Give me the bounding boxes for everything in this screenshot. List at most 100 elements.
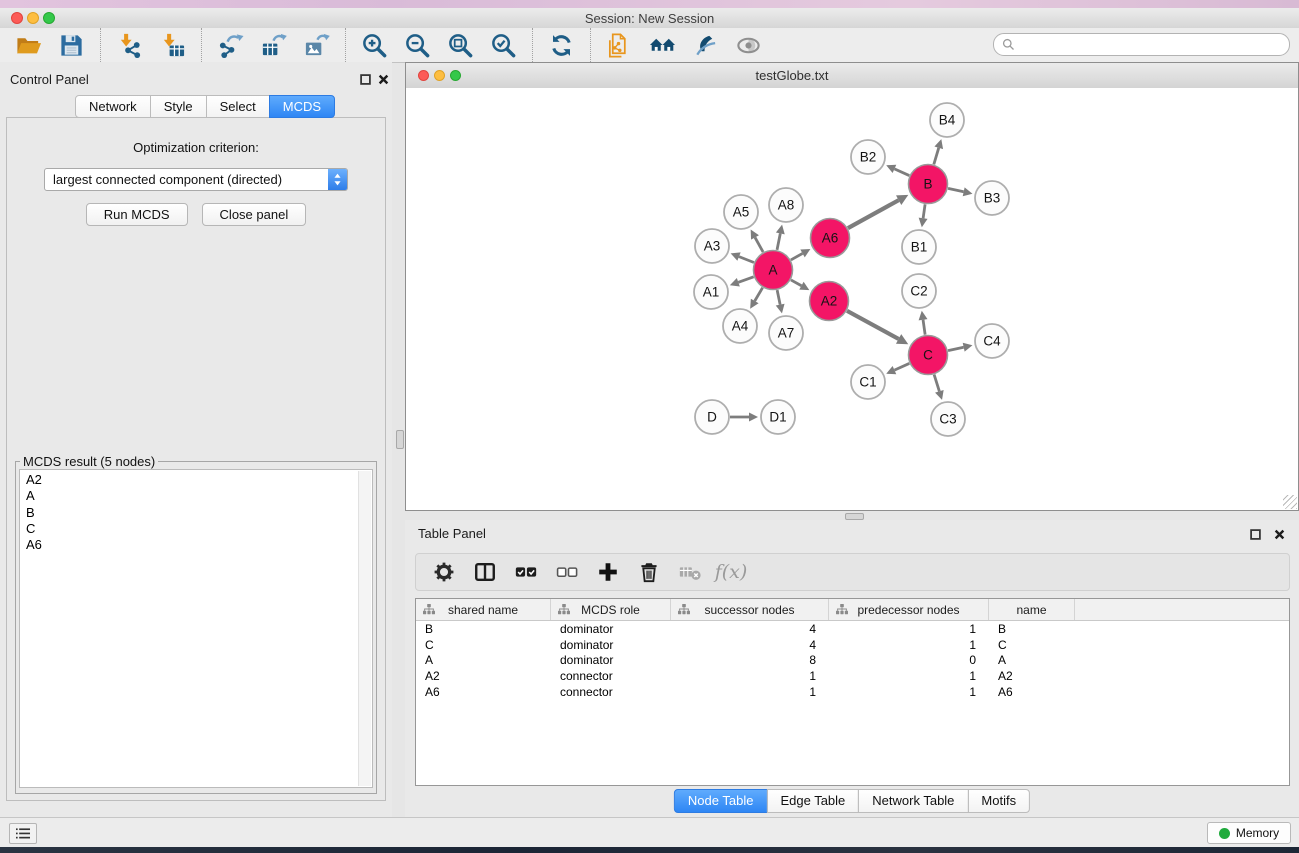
task-history-button[interactable] [9,823,37,844]
graph-node-A2[interactable]: A2 [810,282,849,321]
window-resize-grip[interactable] [1283,495,1297,509]
network-canvas[interactable]: AA1A2A3A4A5A6A7A8BB1B2B3B4CC1C2C3C4DD1 [406,88,1298,510]
graph-edge-C-C2[interactable] [923,320,925,335]
graph-node-B2[interactable]: B2 [851,140,885,174]
tab-network-table[interactable]: Network Table [858,789,968,813]
add-column-button[interactable] [590,557,626,587]
graph-node-B1[interactable]: B1 [902,230,936,264]
table-close-panel-button[interactable] [1272,527,1286,541]
function-builder-button[interactable]: f(x) [713,557,749,587]
table-cell[interactable]: 1 [829,622,989,636]
mcds-result-item[interactable]: C [26,521,372,537]
table-cell[interactable]: B [416,622,551,636]
column-view-button[interactable] [467,557,503,587]
table-cell[interactable]: 4 [671,622,829,636]
select-all-rows-button[interactable] [508,557,544,587]
delete-table-button[interactable] [672,557,708,587]
graph-node-B[interactable]: B [909,165,948,204]
graph-node-A3[interactable]: A3 [695,229,729,263]
zoom-out-button[interactable] [396,29,439,61]
table-row[interactable]: Bdominator41B [416,621,1289,637]
table-cell[interactable]: 0 [829,653,989,667]
annotations-button[interactable] [684,29,727,61]
column-header-name[interactable]: name [989,599,1075,620]
table-cell[interactable]: 1 [829,638,989,652]
new-network-from-selection-button[interactable] [598,29,641,61]
table-cell[interactable]: dominator [551,638,671,652]
deselect-all-rows-button[interactable] [549,557,585,587]
graph-node-A8[interactable]: A8 [769,188,803,222]
table-float-panel-button[interactable] [1248,527,1262,541]
graph-node-A7[interactable]: A7 [769,316,803,350]
birds-eye-view-button[interactable] [727,29,770,61]
table-cell[interactable]: A [989,653,1075,667]
table-row[interactable]: Adominator80A [416,653,1289,669]
graph-node-A6[interactable]: A6 [811,219,850,258]
graph-edge-A-A2[interactable] [791,280,802,286]
table-cell[interactable]: A2 [989,669,1075,683]
tab-select[interactable]: Select [206,95,270,118]
search-input[interactable] [1020,35,1281,54]
graph-node-A4[interactable]: A4 [723,309,757,343]
table-cell[interactable]: A6 [989,685,1075,699]
table-cell[interactable]: connector [551,685,671,699]
graph-node-B3[interactable]: B3 [975,181,1009,215]
tab-network[interactable]: Network [75,95,151,118]
tab-motifs[interactable]: Motifs [967,789,1030,813]
export-image-button[interactable] [295,29,338,61]
criterion-dropdown[interactable]: largest connected component (directed) [44,168,348,191]
table-row[interactable]: A2connector11A2 [416,668,1289,684]
table-cell[interactable]: 1 [829,685,989,699]
graph-edge-C-C1[interactable] [894,363,909,370]
table-cell[interactable]: A6 [416,685,551,699]
graph-node-C2[interactable]: C2 [902,274,936,308]
column-header-predecessor-nodes[interactable]: predecessor nodes [829,599,989,620]
graph-node-D[interactable]: D [695,400,729,434]
table-row[interactable]: Cdominator41C [416,637,1289,653]
tab-node-table[interactable]: Node Table [674,789,768,813]
mcds-result-item[interactable]: A [26,488,372,504]
table-cell[interactable]: B [989,622,1075,636]
column-header-successor-nodes[interactable]: successor nodes [671,599,829,620]
graph-node-B4[interactable]: B4 [930,103,964,137]
mcds-result-item[interactable]: B [26,505,372,521]
run-mcds-button[interactable]: Run MCDS [86,203,188,226]
float-panel-button[interactable] [358,72,372,86]
table-cell[interactable]: C [989,638,1075,652]
table-cell[interactable]: A2 [416,669,551,683]
zoom-fit-button[interactable] [439,29,482,61]
column-header-MCDS-role[interactable]: MCDS role [551,599,671,620]
vertical-splitter-handle[interactable] [396,430,404,449]
close-panel-action-button[interactable]: Close panel [202,203,307,226]
table-cell[interactable]: dominator [551,622,671,636]
graph-node-C4[interactable]: C4 [975,324,1009,358]
graph-edge-B-B1[interactable] [923,204,925,218]
network-window-titlebar[interactable]: testGlobe.txt [406,63,1298,89]
table-cell[interactable]: 1 [829,669,989,683]
import-network-button[interactable] [108,29,151,61]
export-network-button[interactable] [209,29,252,61]
horizontal-splitter-handle[interactable] [845,513,864,520]
graph-node-C[interactable]: C [909,336,948,375]
graph-edge-B-B4[interactable] [934,148,939,165]
graph-edge-C-C3[interactable] [934,375,939,392]
import-table-button[interactable] [151,29,194,61]
table-cell[interactable]: dominator [551,653,671,667]
mcds-result-item[interactable]: A2 [26,472,372,488]
graph-edge-A-A8[interactable] [777,233,780,249]
zoom-selected-button[interactable] [482,29,525,61]
graph-edge-C-C4[interactable] [948,347,964,350]
delete-column-button[interactable] [631,557,667,587]
table-cell[interactable]: 1 [671,685,829,699]
show-panels-button[interactable] [641,29,684,61]
graph-node-A1[interactable]: A1 [694,275,728,309]
table-cell[interactable]: A [416,653,551,667]
graph-edge-B-B3[interactable] [948,188,964,191]
export-table-button[interactable] [252,29,295,61]
graph-edge-A-A1[interactable] [738,277,753,282]
tab-mcds[interactable]: MCDS [269,95,335,118]
graph-node-C3[interactable]: C3 [931,402,965,436]
memory-button[interactable]: Memory [1207,822,1291,844]
apply-layout-button[interactable] [540,29,583,61]
table-cell[interactable]: 1 [671,669,829,683]
